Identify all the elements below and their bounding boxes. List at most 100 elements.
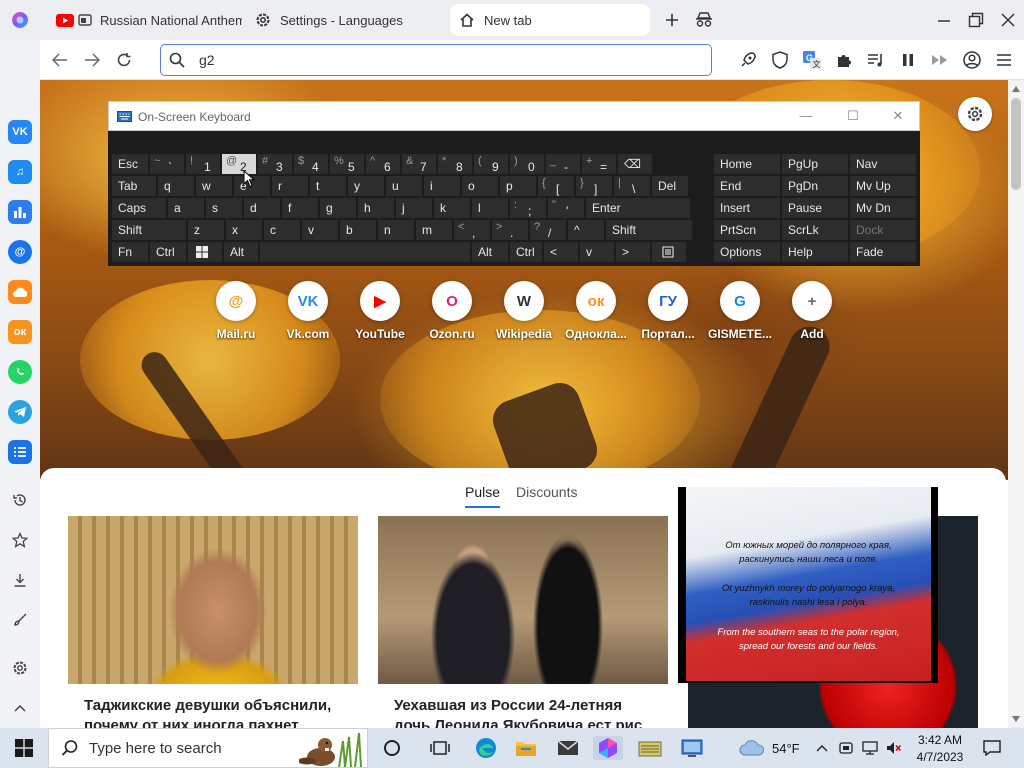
key-=[interactable]: + = bbox=[582, 154, 616, 174]
key-5[interactable]: % 5 bbox=[330, 154, 364, 174]
control-panel-icon[interactable] bbox=[680, 736, 704, 760]
osk-title-bar[interactable]: On-Screen Keyboard — ☐ ✕ bbox=[108, 101, 920, 131]
key-y[interactable]: y bbox=[348, 176, 384, 196]
tab-settings-languages[interactable]: Settings - Languages bbox=[254, 4, 440, 36]
backspace-key[interactable]: ⌫ bbox=[618, 154, 652, 174]
reload-button[interactable] bbox=[114, 50, 134, 70]
key-s[interactable]: s bbox=[206, 198, 242, 218]
bookmark-star-icon[interactable] bbox=[8, 528, 32, 552]
key-4[interactable]: $4 bbox=[294, 154, 328, 174]
key-alt[interactable]: Alt bbox=[224, 242, 258, 262]
extensions-puzzle-icon[interactable] bbox=[834, 50, 854, 70]
key-end[interactable]: End bbox=[714, 176, 780, 196]
speed-dial-tile[interactable]: ▶ YouTube bbox=[344, 281, 416, 341]
key-help[interactable]: Help bbox=[782, 242, 848, 262]
scroll-down-icon[interactable] bbox=[1012, 716, 1020, 722]
browser-taskbar-icon[interactable] bbox=[593, 736, 623, 760]
key-7[interactable]: & 7 bbox=[402, 154, 436, 174]
key-esc[interactable]: Esc bbox=[112, 154, 148, 174]
news-card[interactable]: Уехавшая из России 24-летняя дочь Леонид… bbox=[378, 516, 668, 730]
windows-start-button[interactable] bbox=[12, 736, 36, 760]
down-arrow-key[interactable]: v bbox=[580, 242, 614, 262]
key-shift[interactable]: Shift bbox=[112, 220, 186, 240]
scroll-thumb[interactable] bbox=[1011, 98, 1021, 190]
news-card[interactable]: Таджикские девушки объяснили, почему от … bbox=[68, 516, 358, 730]
key-n[interactable]: n bbox=[378, 220, 414, 240]
key-l[interactable]: l bbox=[472, 198, 508, 218]
minimize-button[interactable] bbox=[932, 8, 956, 32]
stats-icon[interactable] bbox=[8, 200, 32, 224]
speed-dial-tile[interactable]: ок Однокла... bbox=[560, 281, 632, 341]
key-0[interactable]: ) 0 bbox=[510, 154, 544, 174]
key-f[interactable]: f bbox=[282, 198, 318, 218]
key-alt[interactable]: Alt bbox=[472, 242, 508, 262]
key-1[interactable]: ! 1 bbox=[186, 154, 220, 174]
windows-key[interactable] bbox=[188, 242, 222, 262]
onscreen-keyboard-taskbar-icon[interactable] bbox=[638, 736, 662, 760]
key-options[interactable]: Options bbox=[714, 242, 780, 262]
history-icon[interactable] bbox=[8, 488, 32, 512]
key-/[interactable]: ? / bbox=[530, 220, 566, 240]
key-][interactable]: }] bbox=[576, 176, 612, 196]
key-c[interactable]: c bbox=[264, 220, 300, 240]
key-.[interactable]: >. bbox=[492, 220, 528, 240]
clock-time[interactable]: 3:42 AM bbox=[916, 733, 964, 747]
scroll-up-icon[interactable] bbox=[1012, 86, 1020, 92]
cloud-icon[interactable] bbox=[8, 280, 32, 304]
menu-key[interactable] bbox=[652, 242, 686, 262]
video-lyrics-overlay[interactable]: От южных морей до полярного края, раскин… bbox=[678, 487, 938, 683]
settings-gear-icon[interactable] bbox=[8, 656, 32, 680]
key-shift[interactable]: Shift bbox=[606, 220, 692, 240]
menu-button[interactable] bbox=[994, 50, 1014, 70]
key-8[interactable]: * 8 bbox=[438, 154, 472, 174]
key-\[interactable]: | \ bbox=[614, 176, 650, 196]
key-g[interactable]: g bbox=[320, 198, 356, 218]
osk-minimize-button[interactable]: — bbox=[798, 108, 814, 124]
cortana-icon[interactable] bbox=[380, 736, 404, 760]
key-scrlk[interactable]: ScrLk bbox=[782, 220, 848, 240]
key-caps[interactable]: Caps bbox=[112, 198, 166, 218]
key-home[interactable]: Home bbox=[714, 154, 780, 174]
key-pause[interactable]: Pause bbox=[782, 198, 848, 218]
key-;[interactable]: :; bbox=[510, 198, 546, 218]
music-icon[interactable]: ♫ bbox=[8, 160, 32, 184]
list-icon[interactable] bbox=[8, 440, 32, 464]
browser-logo-icon[interactable] bbox=[11, 11, 29, 29]
forward-button[interactable] bbox=[82, 50, 102, 70]
vk-icon[interactable]: VK bbox=[8, 120, 32, 144]
key-x[interactable]: x bbox=[226, 220, 262, 240]
speed-dial-tile[interactable]: VK Vk.com bbox=[272, 281, 344, 341]
file-explorer-icon[interactable] bbox=[514, 736, 538, 760]
key-u[interactable]: u bbox=[386, 176, 422, 196]
collapse-sidebar-icon[interactable] bbox=[8, 696, 32, 720]
show-hidden-icons-chevron-icon[interactable] bbox=[812, 736, 832, 760]
osk-close-button[interactable]: ✕ bbox=[890, 108, 906, 124]
key-m[interactable]: m bbox=[416, 220, 452, 240]
address-bar[interactable] bbox=[160, 44, 712, 76]
key-6[interactable]: ^ 6 bbox=[366, 154, 400, 174]
speed-dial-tile[interactable]: W Wikipedia bbox=[488, 281, 560, 341]
key-mv-dn[interactable]: Mv Dn bbox=[850, 198, 916, 218]
key-pgup[interactable]: PgUp bbox=[782, 154, 848, 174]
right-arrow-key[interactable]: > bbox=[616, 242, 650, 262]
key-r[interactable]: r bbox=[272, 176, 308, 196]
media-playlist-icon[interactable] bbox=[866, 50, 886, 70]
notifications-icon[interactable] bbox=[980, 736, 1004, 760]
key-pgdn[interactable]: PgDn bbox=[782, 176, 848, 196]
clock-date[interactable]: 4/7/2023 bbox=[912, 750, 968, 764]
key-k[interactable]: k bbox=[434, 198, 470, 218]
tab-russian-anthem[interactable]: Russian National Anthem bbox=[56, 4, 242, 36]
key-z[interactable]: z bbox=[188, 220, 224, 240]
key-mv-up[interactable]: Mv Up bbox=[850, 176, 916, 196]
key-del[interactable]: Del bbox=[652, 176, 688, 196]
key-w[interactable]: w bbox=[196, 176, 232, 196]
tray-app-icon[interactable] bbox=[836, 736, 856, 760]
weather-cloud-icon[interactable] bbox=[738, 736, 766, 760]
mail-app-icon[interactable] bbox=[556, 736, 580, 760]
tab-pulse[interactable]: Pulse bbox=[465, 484, 501, 508]
key-prtscn[interactable]: PrtScn bbox=[714, 220, 780, 240]
whatsapp-icon[interactable] bbox=[8, 360, 32, 384]
key-enter[interactable]: Enter bbox=[586, 198, 690, 218]
mail-at-icon[interactable]: @ bbox=[8, 240, 32, 264]
task-view-icon[interactable] bbox=[428, 736, 452, 760]
